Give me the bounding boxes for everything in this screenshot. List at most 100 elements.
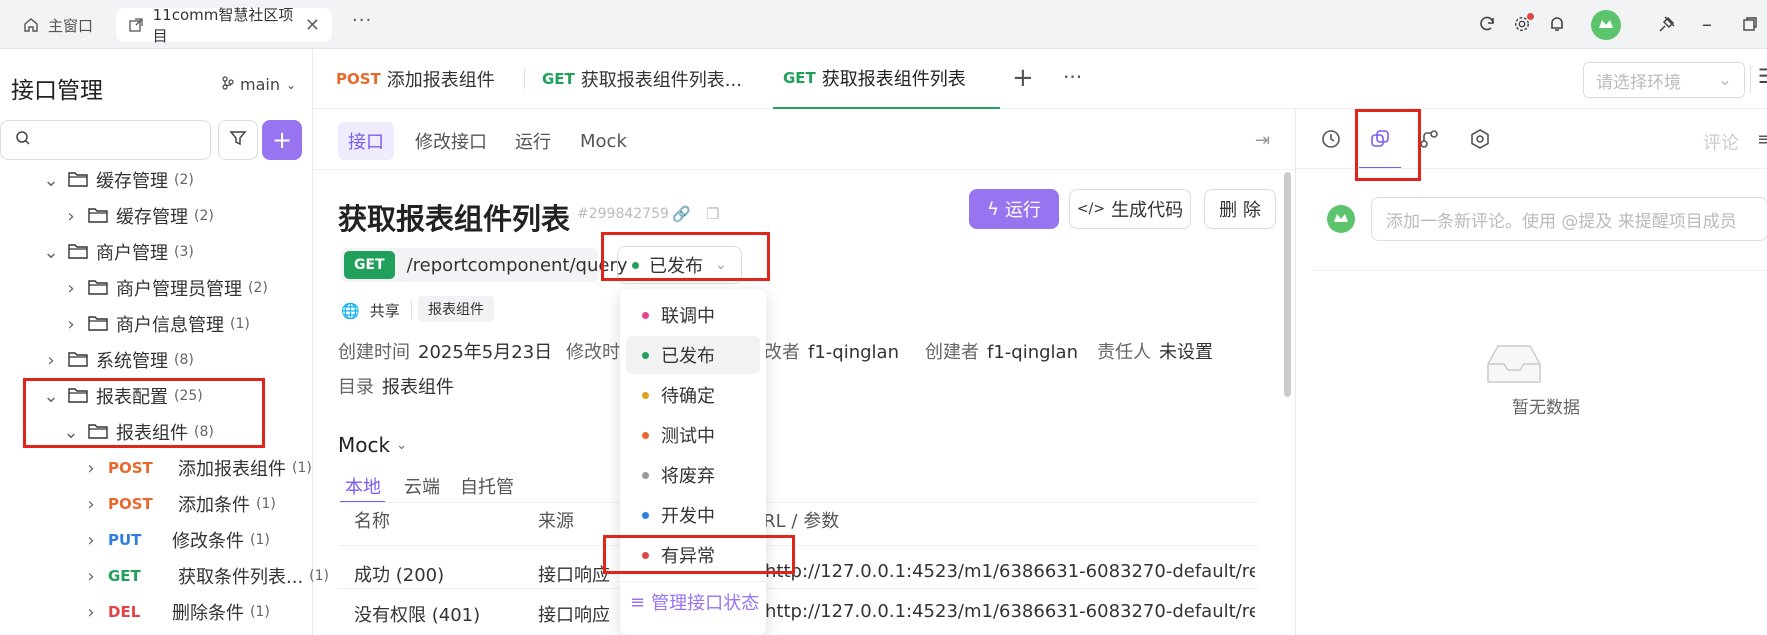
method-label: PUT — [108, 531, 142, 549]
modifier: 改者 f1-qinglan — [764, 338, 899, 364]
chevron-right-icon[interactable]: › — [84, 458, 98, 479]
chevron-right-icon[interactable]: › — [84, 602, 98, 623]
folder-icon — [68, 243, 90, 261]
tree-folder-item[interactable]: › 商户管理员管理 (2) — [64, 271, 267, 305]
add-button[interactable]: + — [262, 120, 302, 160]
status-option[interactable]: 测试中 — [626, 416, 760, 454]
chevron-right-icon[interactable]: › — [64, 314, 78, 335]
tree-folder-item[interactable]: ⌄ 商户管理 (3) — [43, 235, 193, 269]
divider — [411, 301, 412, 319]
tree-api-item[interactable]: › POST 添加条件 (1) — [84, 487, 275, 521]
flow-icon[interactable] — [1418, 128, 1440, 154]
chevron-right-icon[interactable]: › — [84, 530, 98, 551]
owner-label: 责任人 — [1097, 342, 1151, 363]
tab-add-report-component[interactable]: POST 添加报表组件 — [336, 49, 495, 109]
tree-api-item[interactable]: › DEL 删除条件 (1) — [84, 595, 269, 629]
tab-run[interactable]: 运行 — [505, 122, 561, 160]
tree-folder-item[interactable]: › 商户信息管理 (1) — [64, 307, 249, 341]
tab-label: 添加报表组件 — [386, 70, 495, 91]
comment-input[interactable]: 添加一条新评论。使用 @提及 来提醒项目成员 — [1371, 197, 1767, 241]
maximize-icon[interactable] — [1741, 15, 1759, 33]
chevron-down-icon[interactable]: ⌄ — [43, 242, 58, 263]
tab-label: 获取报表组件列表... — [580, 70, 742, 91]
chevron-right-icon[interactable]: › — [84, 494, 98, 515]
minimize-icon[interactable]: – — [1702, 12, 1712, 36]
avatar[interactable] — [1591, 10, 1621, 40]
mock-url[interactable]: http://127.0.0.1:4523/m1/6386631-6083270… — [765, 561, 1255, 582]
chevron-down-icon[interactable]: ⌄ — [43, 170, 58, 191]
search-input[interactable] — [0, 120, 211, 160]
settings-icon[interactable] — [1513, 13, 1534, 33]
status-option[interactable]: 联调中 — [626, 296, 760, 334]
tab-api-doc[interactable]: 接口 — [338, 122, 394, 160]
scrollbar-thumb[interactable] — [1284, 172, 1291, 397]
folder-icon — [88, 279, 110, 297]
highlight-box-comment-tab — [1355, 109, 1421, 181]
mock-section-toggle[interactable]: Mock ⌄ — [338, 433, 407, 457]
mock-tab-cloud[interactable]: 云端 — [404, 473, 440, 499]
method-label: POST — [108, 459, 153, 477]
home-window-tab[interactable]: 主窗口 — [10, 8, 105, 42]
close-tab-icon[interactable]: ✕ — [305, 15, 320, 36]
environment-select[interactable]: 请选择环境 ⌄ — [1583, 62, 1745, 98]
tree-item-label: 添加报表组件 — [178, 459, 286, 480]
bell-icon[interactable] — [1548, 15, 1566, 33]
filter-button[interactable] — [218, 120, 258, 160]
status-dot — [642, 471, 649, 479]
manage-status-link[interactable]: ≡ 管理接口状态 — [630, 589, 759, 615]
divider — [1750, 65, 1751, 93]
status-option[interactable]: 开发中 — [626, 496, 760, 534]
copy-icon[interactable]: ❐ — [706, 205, 719, 223]
request-tabs-bar: POST 添加报表组件 GET 获取报表组件列表... GET 获取报表组件列表… — [313, 49, 1767, 109]
collapse-panel-icon[interactable]: ⇥ — [1255, 130, 1270, 151]
chevron-right-icon[interactable]: › — [84, 566, 98, 587]
tree-item-label: 添加条件 — [178, 495, 250, 516]
more-tabs-icon[interactable]: ··· — [1063, 65, 1082, 89]
chevron-right-icon[interactable]: › — [64, 206, 78, 227]
mock-tab-local[interactable]: 本地 — [345, 473, 381, 499]
tree-folder-item[interactable]: ⌄ 缓存管理 (2) — [43, 163, 193, 197]
folder-icon — [68, 351, 90, 369]
creator-label: 创建者 — [925, 342, 979, 363]
settings-icon[interactable] — [1469, 128, 1491, 154]
mock-tab-self-hosted[interactable]: 自托管 — [460, 473, 514, 499]
menu-icon[interactable]: ☰ — [1758, 64, 1767, 88]
tree-api-item[interactable]: › GET 获取条件列表... (1) — [84, 559, 329, 593]
divider — [620, 581, 766, 582]
tree-folder-item[interactable]: › 缓存管理 (2) — [64, 199, 214, 233]
api-path[interactable]: /reportcomponent/query — [407, 255, 628, 276]
chevron-right-icon[interactable]: › — [64, 278, 78, 299]
status-dot — [642, 391, 649, 399]
status-option-selected[interactable]: 已发布 — [626, 336, 760, 374]
run-button[interactable]: ϟ 运行 — [969, 189, 1059, 229]
link-icon[interactable]: 🔗 — [672, 205, 691, 223]
sort-icon[interactable]: ≡ — [1757, 129, 1767, 150]
new-tab-icon[interactable]: + — [1012, 63, 1034, 93]
more-icon[interactable]: ··· — [352, 10, 372, 31]
tree-folder-item[interactable]: › 系统管理 (8) — [44, 343, 193, 377]
method-badge: GET — [344, 251, 395, 279]
title-bar: 主窗口 11comm智慧社区项目 ✕ ··· – — [0, 0, 1767, 49]
tree-api-item[interactable]: › PUT 修改条件 (1) — [84, 523, 269, 557]
refresh-icon[interactable] — [1478, 15, 1496, 33]
tab-get-report-list-1[interactable]: GET 获取报表组件列表... — [542, 49, 742, 109]
tab-edit-api[interactable]: 修改接口 — [405, 122, 497, 160]
pin-icon[interactable] — [1658, 15, 1676, 33]
tab-get-report-list-active[interactable]: GET 获取报表组件列表 — [773, 49, 1000, 109]
status-option[interactable]: 待确定 — [626, 376, 760, 414]
share-label: 共享 — [369, 302, 400, 320]
history-icon[interactable] — [1320, 128, 1342, 154]
mock-url[interactable]: http://127.0.0.1:4523/m1/6386631-6083270… — [765, 601, 1255, 622]
status-option[interactable]: 将废弃 — [626, 456, 760, 494]
tree-item-count: (2) — [194, 208, 214, 224]
chevron-right-icon[interactable]: › — [44, 350, 58, 371]
modifier-label: 改者 — [764, 342, 800, 363]
tab-mock[interactable]: Mock — [570, 122, 637, 160]
directory-label: 目录 — [338, 377, 374, 398]
project-window-tab[interactable]: 11comm智慧社区项目 ✕ — [116, 6, 332, 45]
generate-code-button[interactable]: </> 生成代码 — [1069, 189, 1191, 229]
delete-button[interactable]: 删 除 — [1204, 189, 1276, 229]
branch-selector[interactable]: main ⌄ — [222, 75, 296, 94]
tree-api-item[interactable]: › POST 添加报表组件 (1) — [84, 451, 311, 485]
tree-item-label: 修改条件 — [172, 531, 244, 552]
